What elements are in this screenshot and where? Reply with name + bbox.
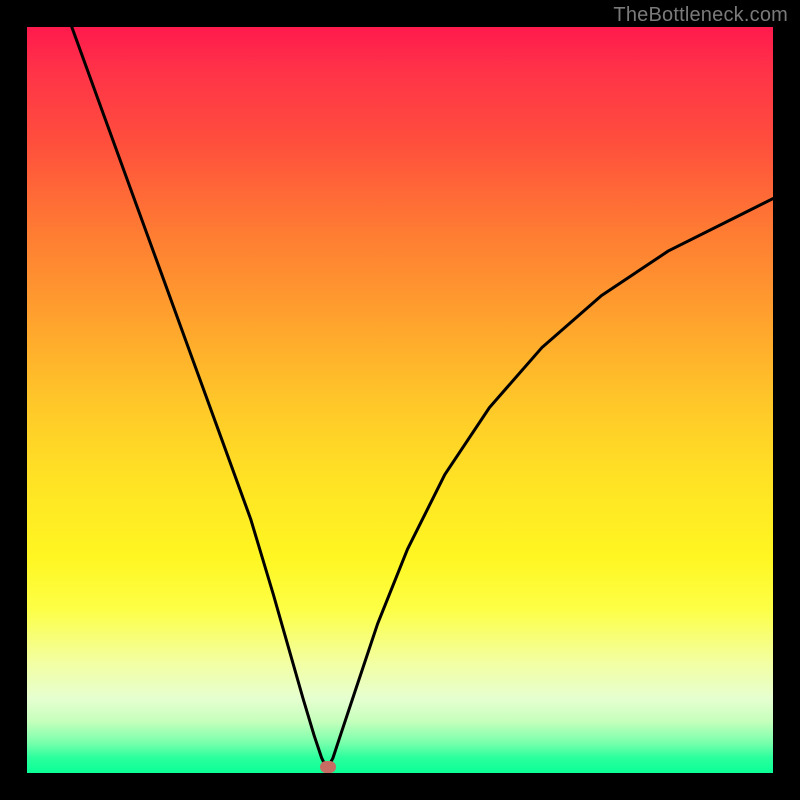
chart-frame: TheBottleneck.com [0, 0, 800, 800]
watermark-text: TheBottleneck.com [613, 4, 788, 27]
bottleneck-curve [27, 27, 773, 773]
minimum-marker [320, 761, 336, 773]
plot-area [27, 27, 773, 773]
